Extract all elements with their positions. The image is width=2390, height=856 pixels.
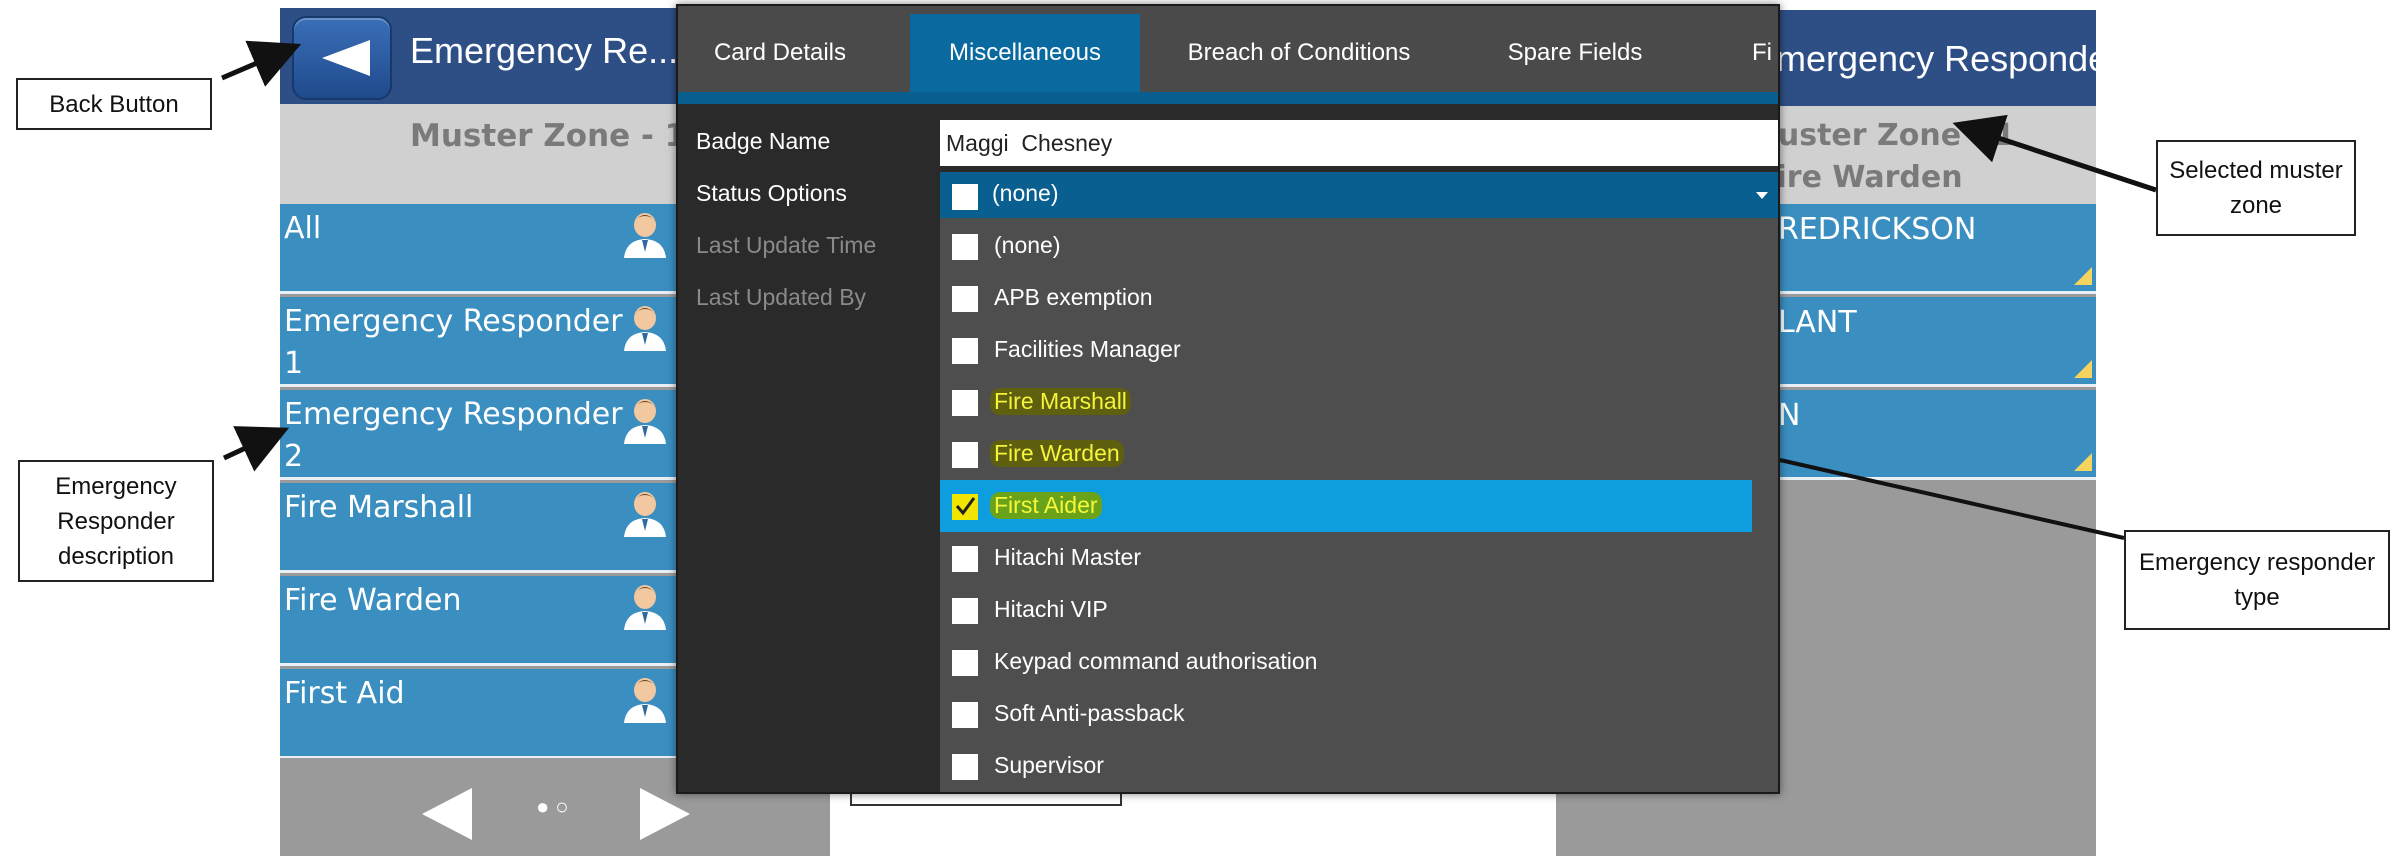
tab-truncated[interactable]: Fi <box>1752 14 1778 92</box>
option-none[interactable]: (none) <box>940 220 1752 272</box>
option-label: Fire Marshall <box>990 388 1131 415</box>
option-soft-anti-passback[interactable]: Soft Anti-passback <box>940 688 1752 740</box>
option-keypad-command-authorisation[interactable]: Keypad command authorisation <box>940 636 1752 688</box>
option-label: First Aider <box>990 492 1102 519</box>
callout-responder-type: Emergency responder type <box>2124 530 2390 630</box>
arrow-to-responder-description <box>222 426 290 472</box>
person-name: N <box>1778 398 1801 433</box>
tab-card-details[interactable]: Card Details <box>688 14 872 92</box>
option-hitachi-master[interactable]: Hitachi Master <box>940 532 1752 584</box>
option-hitachi-vip[interactable]: Hitachi VIP <box>940 584 1752 636</box>
callout-back-button: Back Button <box>16 78 212 130</box>
chevron-down-icon <box>1756 192 1768 199</box>
person-icon <box>624 213 666 258</box>
option-label: Hitachi VIP <box>994 596 1108 622</box>
back-arrow-icon <box>322 40 370 76</box>
person-name: LANT <box>1778 305 1857 340</box>
responder-item-label: Fire Warden <box>284 583 462 618</box>
checkbox[interactable] <box>952 338 978 364</box>
checkbox-checked[interactable] <box>952 494 978 520</box>
checkbox[interactable] <box>952 286 978 312</box>
option-fire-warden[interactable]: Fire Warden <box>940 428 1752 480</box>
status-selected-value: (none) <box>992 180 1059 206</box>
checkbox-icon <box>952 184 978 210</box>
person-icon <box>624 678 666 723</box>
triangle-left-icon[interactable] <box>420 786 474 842</box>
option-label: Keypad command authorisation <box>994 648 1318 674</box>
status-options-label: Status Options <box>696 180 847 206</box>
tab-spare-fields[interactable]: Spare Fields <box>1462 14 1688 92</box>
checkbox[interactable] <box>952 650 978 676</box>
option-label: Soft Anti-passback <box>994 700 1185 726</box>
checkmark-icon <box>955 497 976 516</box>
right-page-title: Emergency Responder <box>1752 38 2096 79</box>
last-updated-by-label: Last Updated By <box>696 284 867 310</box>
status-options-dropdown[interactable]: (none) <box>940 172 1778 218</box>
corner-marker-icon <box>2074 360 2092 378</box>
person-name: REDRICKSON <box>1778 212 1977 247</box>
responder-item-label: First Aid <box>284 676 405 711</box>
tab-bar: Card Details Miscellaneous Breach of Con… <box>678 6 1778 92</box>
responder-item-label: All <box>284 211 322 246</box>
checkbox[interactable] <box>952 234 978 260</box>
tab-breach-of-conditions[interactable]: Breach of Conditions <box>1154 14 1444 92</box>
responder-item-label: Fire Marshall <box>284 490 474 525</box>
option-apb-exemption[interactable]: APB exemption <box>940 272 1752 324</box>
triangle-right-icon[interactable] <box>638 786 692 842</box>
responder-item-label: Emergency Responder 2 <box>284 397 623 474</box>
page-dots: ●○ <box>536 794 575 819</box>
callout-selected-muster-zone: Selected muster zone <box>2156 140 2356 236</box>
corner-marker-icon <box>2074 267 2092 285</box>
option-label: Fire Warden <box>990 440 1124 467</box>
option-supervisor[interactable]: Supervisor <box>940 740 1752 792</box>
card-properties-dialog: Card Details Miscellaneous Breach of Con… <box>676 4 1780 794</box>
option-label: Supervisor <box>994 752 1104 778</box>
option-label: (none) <box>994 232 1061 258</box>
person-icon <box>624 585 666 630</box>
checkbox[interactable] <box>952 390 978 416</box>
left-page-title: Emergency Re... <box>410 30 679 71</box>
badge-name-label: Badge Name <box>696 128 831 154</box>
option-fire-marshall[interactable]: Fire Marshall <box>940 376 1752 428</box>
checkbox[interactable] <box>952 598 978 624</box>
option-first-aider[interactable]: First Aider <box>940 480 1752 532</box>
checkbox[interactable] <box>952 754 978 780</box>
left-muster-zone-label: Muster Zone - 1 <box>410 118 687 154</box>
option-facilities-manager[interactable]: Facilities Manager <box>940 324 1752 376</box>
badge-name-input[interactable] <box>940 120 1778 166</box>
last-update-time-label: Last Update Time <box>696 232 877 258</box>
option-label: APB exemption <box>994 284 1153 310</box>
person-icon <box>624 399 666 444</box>
right-muster-zone-label: Muster Zone - 1 <box>1748 118 2016 153</box>
option-label: Hitachi Master <box>994 544 1141 570</box>
right-responder-type-label: Fire Warden <box>1756 160 1963 195</box>
option-label: Facilities Manager <box>994 336 1181 362</box>
checkbox[interactable] <box>952 442 978 468</box>
responder-item-label: Emergency Responder 1 <box>284 304 623 381</box>
tab-miscellaneous[interactable]: Miscellaneous <box>910 14 1140 92</box>
status-options-list: (none) APB exemption Facilities Manager … <box>940 218 1778 792</box>
person-icon <box>624 492 666 537</box>
back-button[interactable] <box>292 16 392 100</box>
callout-responder-description: Emergency Responder description <box>18 460 214 582</box>
tab-underline <box>678 92 1778 104</box>
corner-marker-icon <box>2074 453 2092 471</box>
checkbox[interactable] <box>952 546 978 572</box>
person-icon <box>624 306 666 351</box>
checkbox[interactable] <box>952 702 978 728</box>
